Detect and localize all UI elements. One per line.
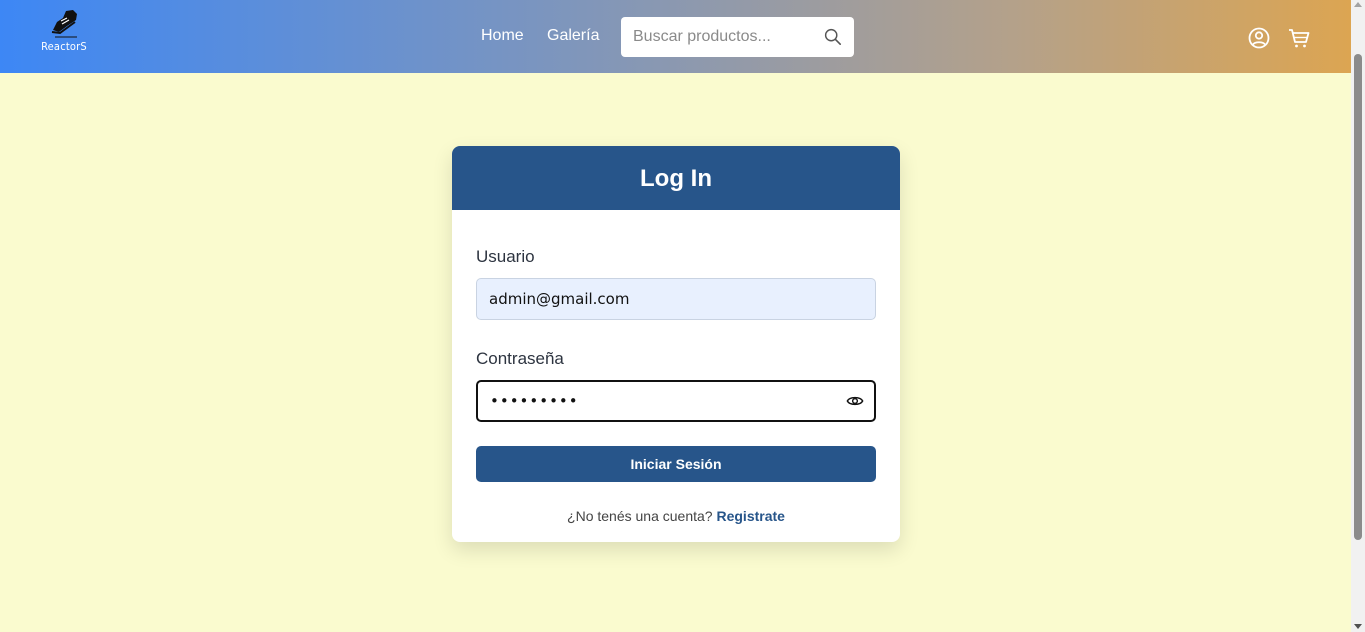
cart-icon[interactable] <box>1287 26 1311 50</box>
username-input[interactable] <box>476 278 876 320</box>
register-prompt: ¿No tenés una cuenta? Registrate <box>452 508 900 524</box>
nav-home-link[interactable]: Home <box>481 27 524 45</box>
password-label: Contraseña <box>476 349 564 368</box>
search-input[interactable] <box>621 17 811 57</box>
logo-text: ReactorS <box>41 40 87 53</box>
logo[interactable]: ReactorS <box>36 8 92 62</box>
scroll-down-arrow-icon[interactable] <box>1354 624 1362 629</box>
search-icon[interactable] <box>824 28 842 46</box>
search-bar <box>621 17 854 57</box>
register-link[interactable]: Registrate <box>716 508 784 524</box>
login-card: Log In Usuario Contraseña Iniciar Sesión… <box>452 146 900 542</box>
password-input[interactable] <box>476 380 876 422</box>
navbar: ReactorS Home Galería <box>0 0 1351 73</box>
login-submit-button[interactable]: Iniciar Sesión <box>476 446 876 482</box>
username-label: Usuario <box>476 247 535 266</box>
scroll-up-arrow-icon[interactable] <box>1354 2 1362 7</box>
no-account-text: ¿No tenés una cuenta? <box>567 508 713 524</box>
show-password-eye-icon[interactable] <box>846 392 864 410</box>
scrollbar-thumb[interactable] <box>1354 54 1362 540</box>
page-scrollbar[interactable] <box>1351 0 1365 632</box>
sneaker-logo-icon <box>51 10 77 38</box>
user-icon[interactable] <box>1247 26 1271 50</box>
login-title: Log In <box>452 146 900 210</box>
nav-gallery-link[interactable]: Galería <box>547 27 599 45</box>
